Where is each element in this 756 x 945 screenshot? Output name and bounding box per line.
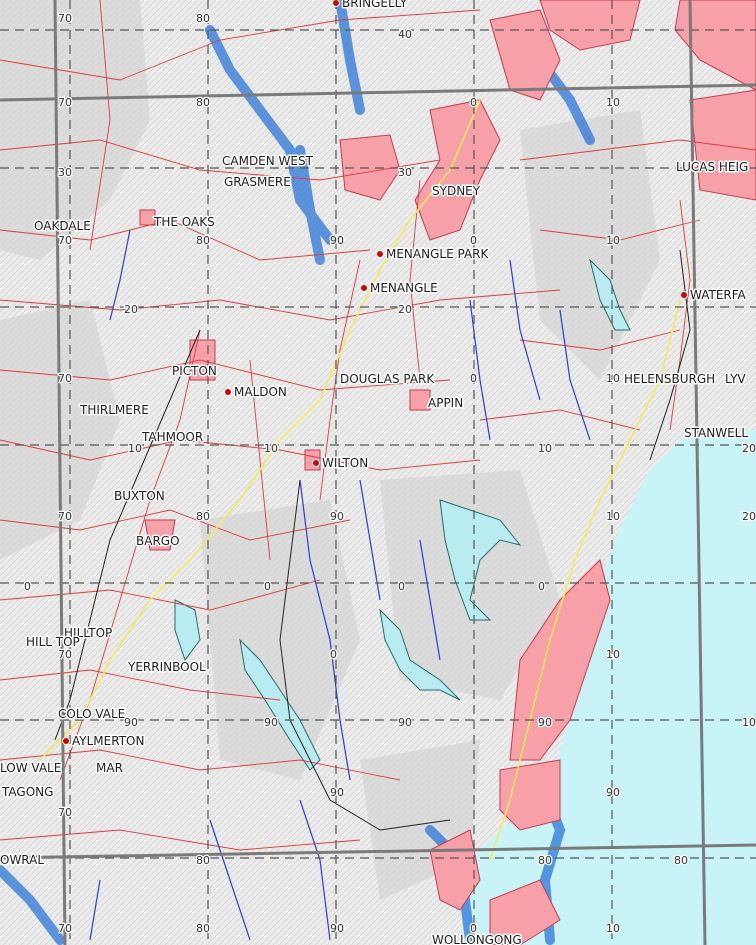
grid-label: 70	[58, 12, 72, 25]
grid-label: 0	[398, 580, 405, 593]
place-label[interactable]: WATERFA	[689, 287, 749, 304]
grid-label: 10	[606, 510, 620, 523]
place-label[interactable]: PICTON	[171, 363, 219, 380]
grid-label: 10	[606, 922, 620, 935]
grid-label: 30	[58, 166, 72, 179]
place-label[interactable]: GRASMERE	[223, 174, 293, 191]
town-marker	[224, 388, 232, 396]
place-label[interactable]: LUCAS HEIG	[675, 159, 750, 176]
grid-label: 20	[742, 510, 756, 523]
place-label[interactable]: WILTON	[321, 455, 370, 472]
town-marker	[62, 737, 70, 745]
grid-label: 70	[58, 806, 72, 819]
grid-label: 0	[24, 580, 31, 593]
place-label[interactable]: THIRLMERE	[78, 402, 151, 419]
place-label[interactable]: AYLMERTON	[71, 733, 146, 750]
place-label[interactable]: TAHMOOR	[140, 429, 205, 446]
place-label[interactable]: SYDNEY	[431, 183, 483, 200]
place-label[interactable]: STANWELL	[683, 425, 750, 442]
grid-label: 80	[196, 234, 210, 247]
place-label[interactable]: OAKDALE	[33, 218, 93, 235]
grid-label: 10	[128, 442, 142, 455]
grid-label: 90	[330, 510, 344, 523]
place-label[interactable]: THE OAKS	[152, 214, 217, 231]
grid-label: 70	[58, 510, 72, 523]
grid-label: 80	[196, 510, 210, 523]
grid-label: 0	[330, 648, 337, 661]
grid-label: 20	[398, 303, 412, 316]
town-marker	[680, 291, 688, 299]
grid-label: 10	[742, 716, 756, 729]
grid-label: 70	[58, 648, 72, 661]
grid-label: 90	[124, 716, 138, 729]
grid-label: 80	[196, 12, 210, 25]
grid-label: 80	[674, 854, 688, 867]
place-label[interactable]: APPIN	[427, 395, 465, 412]
grid-label: 20	[742, 442, 756, 455]
place-label[interactable]: BUXTON	[113, 488, 167, 505]
grid-label: 0	[470, 234, 477, 247]
grid-label: 90	[330, 234, 344, 247]
place-label[interactable]: CAMDEN WEST	[221, 153, 316, 170]
map-canvas: BRINGELLY CAMDEN WEST GRASMERE SYDNEY LUCAS …	[0, 0, 756, 945]
grid-label: 80	[538, 854, 552, 867]
place-label[interactable]: BARGO	[135, 533, 182, 550]
grid-label: 40	[398, 28, 412, 41]
town-marker	[332, 0, 340, 7]
grid-label: 0	[264, 580, 271, 593]
grid-label: 20	[124, 303, 138, 316]
grid-label: 90	[398, 716, 412, 729]
grid-label: 80	[196, 96, 210, 109]
place-label[interactable]: OWRAL	[0, 852, 46, 869]
grid-label: 0	[470, 922, 477, 935]
place-label[interactable]: HILL TOP	[25, 634, 82, 651]
grid-label: 10	[606, 96, 620, 109]
grid-label: 90	[330, 786, 344, 799]
grid-label: 90	[264, 716, 278, 729]
place-label[interactable]: MALDON	[233, 384, 289, 401]
place-label[interactable]: MAR	[95, 760, 125, 777]
town-marker	[360, 284, 368, 292]
place-label[interactable]: DOUGLAS PARK	[339, 371, 437, 388]
grid-label: 0	[470, 372, 477, 385]
grid-label: 70	[58, 96, 72, 109]
grid-label: 10	[538, 442, 552, 455]
place-label[interactable]: TAGONG	[0, 784, 55, 801]
town-marker	[312, 459, 320, 467]
grid-label: 70	[58, 234, 72, 247]
place-label[interactable]: COLO VALE	[57, 706, 127, 723]
town-marker	[376, 250, 384, 258]
grid-label: 30	[398, 166, 412, 179]
grid-label: 90	[606, 786, 620, 799]
place-label[interactable]: MENANGLE PARK	[385, 246, 491, 263]
place-label[interactable]: YERRINBOOL	[126, 659, 208, 676]
grid-label: 10	[606, 648, 620, 661]
grid-label: 90	[330, 922, 344, 935]
grid-label: 80	[196, 922, 210, 935]
place-label[interactable]: LYV	[724, 371, 748, 388]
grid-label: 80	[196, 854, 210, 867]
grid-label: 10	[606, 372, 620, 385]
topographic-map[interactable]: BRINGELLY CAMDEN WEST GRASMERE SYDNEY LUCAS …	[0, 0, 756, 945]
grid-label: 70	[58, 372, 72, 385]
grid-label: 70	[58, 922, 72, 935]
grid-label: 0	[470, 96, 477, 109]
place-label[interactable]: MENANGLE	[369, 280, 440, 297]
grid-label: 10	[606, 234, 620, 247]
grid-label: 10	[264, 442, 278, 455]
place-label[interactable]: LOW VALE	[0, 760, 63, 777]
grid-label: 0	[538, 580, 545, 593]
grid-label: 90	[538, 716, 552, 729]
place-label[interactable]: BRINGELLY	[341, 0, 410, 12]
place-label[interactable]: HELENSBURGH	[623, 371, 717, 388]
